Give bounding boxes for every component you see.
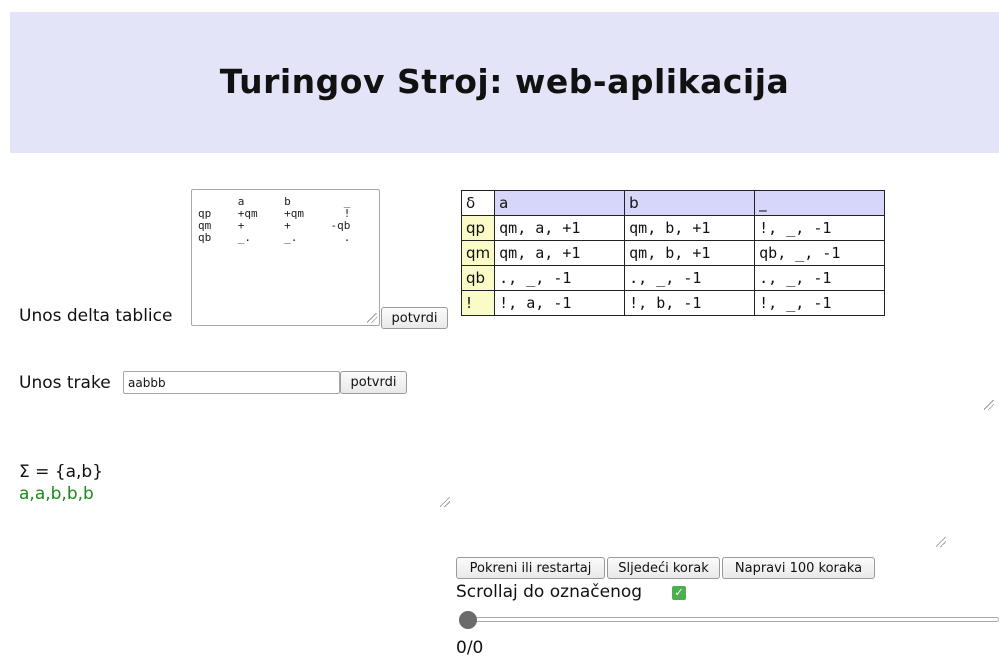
state-cell-halt: ! (460, 290, 496, 316)
table-row: qb ., _, -1 ., _, -1 ., _, -1 (460, 265, 886, 291)
delta-submit-button[interactable]: potvrdi (381, 307, 448, 329)
delta-textarea[interactable]: a b _ qp +qm +qm ! qm + + -qb qb _. _. . (191, 189, 380, 326)
state-cell-qp: qp (460, 215, 496, 241)
table-row: qp qm, a, +1 qm, b, +1 !, _, -1 (460, 215, 886, 241)
alphabet-display: Σ = {a,b} (19, 462, 104, 482)
transition-cell: !, b, -1 (624, 290, 756, 316)
transition-cell: qm, a, +1 (494, 240, 626, 266)
transition-cell: qm, b, +1 (624, 215, 756, 241)
delta-table-header-row: δ a b _ (460, 190, 886, 216)
resize-grip-icon[interactable] (367, 313, 377, 323)
delta-symbol: δ (460, 190, 496, 216)
state-cell-qb: qb (460, 265, 496, 291)
column-header-b: b (624, 190, 756, 216)
resize-grip-icon[interactable] (936, 537, 946, 547)
transition-cell: !, _, -1 (754, 215, 886, 241)
resize-grip-icon[interactable] (440, 497, 450, 507)
transition-cell: ., _, -1 (494, 265, 626, 291)
transition-cell: qm, b, +1 (624, 240, 756, 266)
step-slider-track[interactable] (459, 617, 999, 622)
tape-input-field[interactable] (123, 371, 340, 394)
tape-submit-button[interactable]: potvrdi (340, 371, 407, 394)
step-slider-thumb[interactable] (459, 611, 477, 629)
transition-cell: !, a, -1 (494, 290, 626, 316)
column-header-a: a (494, 190, 626, 216)
resize-grip-icon[interactable] (984, 400, 994, 410)
delta-table: δ a b _ qp qm, a, +1 qm, b, +1 !, _, -1 … (460, 190, 886, 316)
delta-textarea-content: a b _ qp +qm +qm ! qm + + -qb qb _. _. . (198, 195, 351, 244)
transition-cell: !, _, -1 (754, 290, 886, 316)
page-title: Turingov Stroj: web-aplikacija (219, 62, 790, 101)
step-counter: 0/0 (456, 638, 484, 658)
transition-cell: qb, _, -1 (754, 240, 886, 266)
hundred-steps-button[interactable]: Napravi 100 koraka (722, 557, 875, 579)
tape-display: a,a,b,b,b (19, 484, 94, 504)
transition-cell: qm, a, +1 (494, 215, 626, 241)
run-restart-button[interactable]: Pokreni ili restartaj (456, 557, 605, 579)
transition-cell: ., _, -1 (754, 265, 886, 291)
table-row: ! !, a, -1 !, b, -1 !, _, -1 (460, 290, 886, 316)
check-icon: ✓ (674, 586, 684, 599)
scroll-to-marked-label: Scrollaj do označenog (456, 582, 643, 602)
page-header: Turingov Stroj: web-aplikacija (10, 12, 999, 153)
tape-input-label: Unos trake (19, 373, 111, 393)
state-cell-qm: qm (460, 240, 496, 266)
transition-cell: ., _, -1 (624, 265, 756, 291)
column-header-blank: _ (754, 190, 886, 216)
table-row: qm qm, a, +1 qm, b, +1 qb, _, -1 (460, 240, 886, 266)
delta-input-label: Unos delta tablice (19, 306, 173, 326)
scroll-checkbox[interactable]: ✓ (672, 586, 686, 600)
next-step-button[interactable]: Sljedeći korak (607, 557, 720, 579)
